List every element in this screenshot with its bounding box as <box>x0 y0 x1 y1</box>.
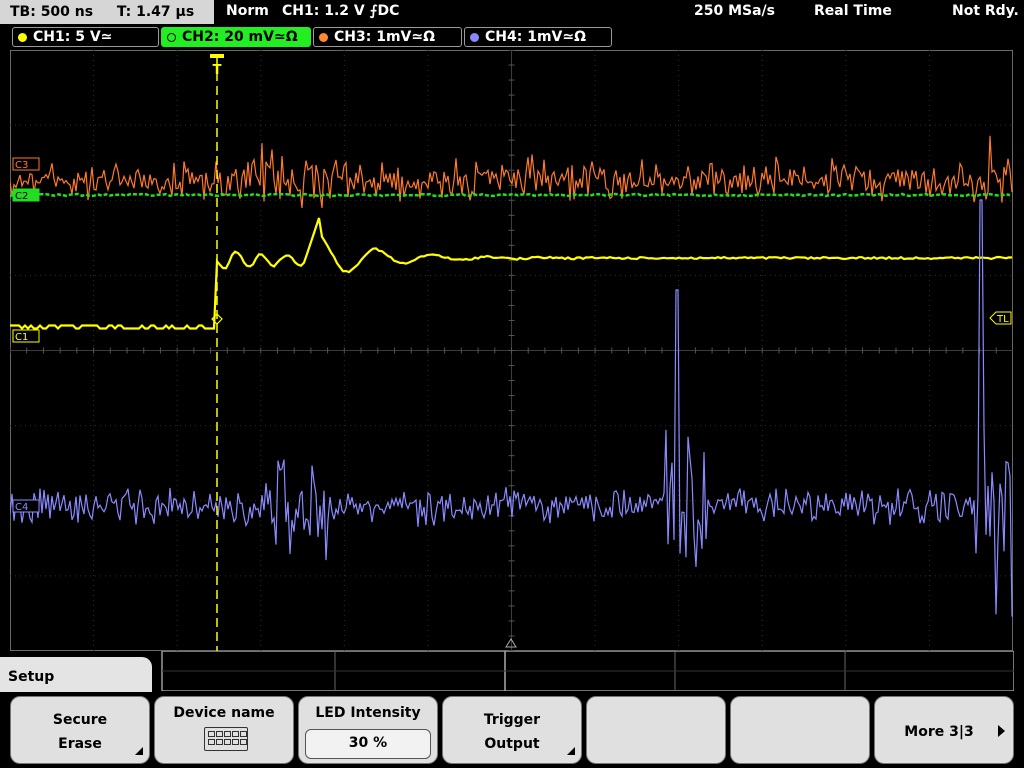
softkey-label: Device name <box>173 705 275 721</box>
svg-text:TL: TL <box>996 314 1009 325</box>
submenu-indicator-icon <box>135 747 143 755</box>
softkey-label: LED Intensity <box>315 705 421 721</box>
svg-text:C2: C2 <box>15 191 28 202</box>
waveform-display[interactable]: T C3 C2 C1 C4 TL <box>10 50 1013 651</box>
channel-tab-label: CH4: 1mV≃Ω <box>485 29 587 45</box>
softkey-label: Output <box>484 736 540 752</box>
led-intensity-value: 30 % <box>305 729 431 759</box>
keyboard-icon <box>204 727 248 751</box>
sample-rate: 250 MSa/s <box>694 3 776 19</box>
softkey-label: Trigger <box>483 712 541 728</box>
svg-text:C3: C3 <box>15 160 28 171</box>
bottom-panel <box>161 651 1014 691</box>
trigger-mode[interactable]: Norm <box>226 0 269 22</box>
acquisition-mode: Real Time <box>814 3 892 19</box>
empty-softkey-6[interactable] <box>730 696 870 764</box>
softkey-label: More 3|3 <box>904 724 974 740</box>
channel-tab-ch4[interactable]: CH4: 1mV≃Ω <box>464 27 612 47</box>
device-name-button[interactable]: Device name <box>154 696 294 764</box>
ch2-ground-marker[interactable]: C2 <box>12 188 40 202</box>
channel-tab-ch2[interactable]: CH2: 20 mV≃Ω <box>161 27 311 47</box>
softkey-label: Secure <box>52 712 108 728</box>
ch4-color-dot <box>470 33 479 42</box>
channel-tab-label: CH1: 5 V≃ <box>33 29 113 45</box>
run-status: Not Rdy. <box>952 3 1019 19</box>
menu-title: Setup <box>8 669 55 685</box>
trigger-time-value: T: 1.47 µs <box>116 4 195 20</box>
trigger-output-button[interactable]: Trigger Output <box>442 696 582 764</box>
trigger-setting[interactable]: CH1: 1.2 V ⨍DC <box>282 0 399 22</box>
channel-tab-label: CH2: 20 mV≃Ω <box>182 29 298 45</box>
ch1-color-dot <box>18 33 27 42</box>
ch3-color-dot <box>319 33 328 42</box>
empty-softkey-5[interactable] <box>586 696 726 764</box>
ch3-ground-marker[interactable]: C3 <box>12 157 40 171</box>
status-bar: TB: 500 ns T: 1.47 µs Norm CH1: 1.2 V ⨍D… <box>0 0 1024 24</box>
ch4-ground-marker[interactable]: C4 <box>12 499 40 513</box>
svg-text:C4: C4 <box>15 502 28 513</box>
secure-erase-button[interactable]: Secure Erase <box>10 696 150 764</box>
svg-text:C1: C1 <box>15 332 28 343</box>
ch1-ground-marker[interactable]: C1 <box>12 329 40 343</box>
softkey-label: Erase <box>58 736 102 752</box>
more-button[interactable]: More 3|3 <box>874 696 1014 764</box>
trigger-position-label: T <box>213 63 222 78</box>
channel-tab-ch1[interactable]: CH1: 5 V≃ <box>12 27 159 47</box>
channel-tab-label: CH3: 1mV≃Ω <box>334 29 436 45</box>
channel-tab-ch3[interactable]: CH3: 1mV≃Ω <box>313 27 462 47</box>
led-intensity-button[interactable]: LED Intensity 30 % <box>298 696 438 764</box>
timebase-box[interactable]: TB: 500 ns T: 1.47 µs <box>0 0 214 24</box>
timebase-value: TB: 500 ns <box>10 4 94 20</box>
ch2-color-dot <box>167 33 176 42</box>
next-arrow-icon <box>998 725 1005 737</box>
submenu-indicator-icon <box>567 747 575 755</box>
